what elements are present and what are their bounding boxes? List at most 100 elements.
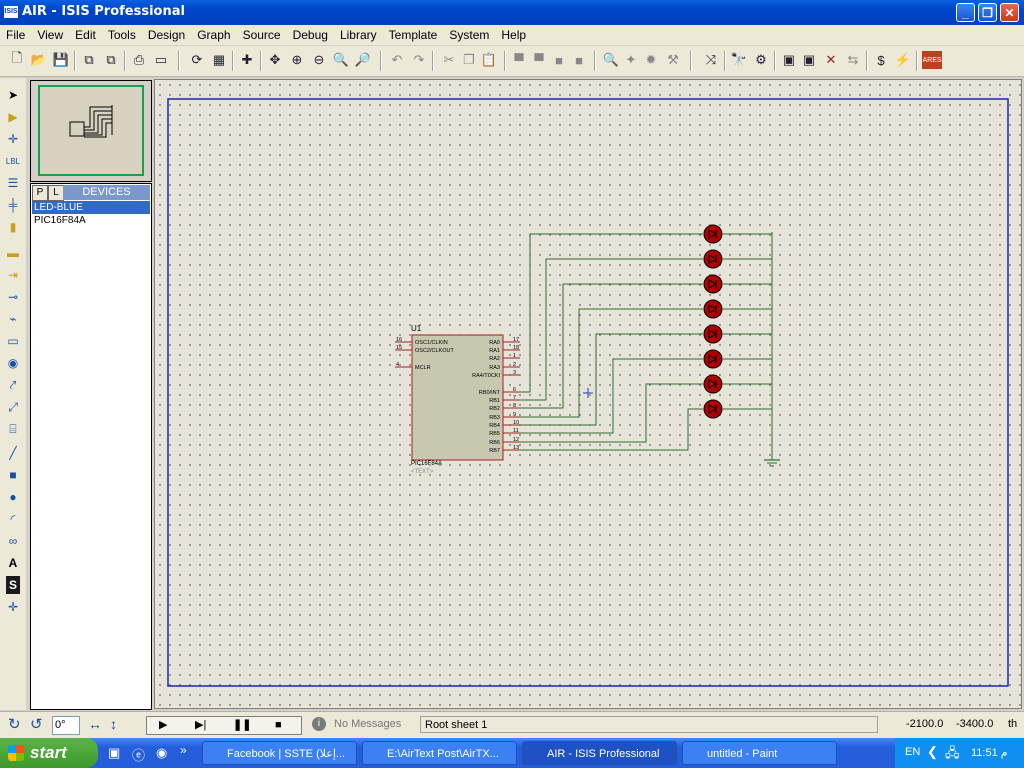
quicklaunch-desktop-icon[interactable]: ▣ bbox=[108, 745, 120, 761]
paste-icon[interactable]: 📋 bbox=[480, 51, 498, 69]
property-assign-icon[interactable]: ⚙ bbox=[752, 51, 770, 69]
copy-icon[interactable]: ❐ bbox=[460, 51, 478, 69]
start-button[interactable]: start bbox=[0, 738, 98, 768]
print-area-icon[interactable]: ▭ bbox=[152, 51, 170, 69]
step-icon[interactable]: ▶| bbox=[195, 717, 206, 734]
task-paint[interactable]: untitled - Paint bbox=[682, 741, 837, 765]
menu-source[interactable]: Source bbox=[237, 25, 287, 45]
menu-graph[interactable]: Graph bbox=[191, 25, 236, 45]
undo-icon[interactable]: ↶ bbox=[388, 51, 406, 69]
arc-icon[interactable]: ◜ bbox=[3, 510, 23, 528]
instruments-icon[interactable]: ⌸ bbox=[3, 420, 23, 438]
tray-expand-icon[interactable]: ❮ bbox=[927, 744, 938, 760]
terminals-icon[interactable]: ▬ bbox=[3, 244, 23, 262]
library-manager-button[interactable]: L bbox=[48, 185, 64, 201]
task-isis[interactable]: AIR - ISIS Professional bbox=[522, 741, 677, 765]
device-item-led-blue[interactable]: LED-BLUE bbox=[32, 201, 150, 214]
symbol-icon[interactable]: S bbox=[6, 576, 20, 594]
save-icon[interactable]: 💾 bbox=[52, 51, 70, 69]
zoom-in-icon[interactable]: ⊕ bbox=[288, 51, 306, 69]
electrical-check-icon[interactable]: ⚡ bbox=[894, 51, 912, 69]
import-icon[interactable]: ⧉ bbox=[80, 51, 98, 69]
subcircuit-icon[interactable]: ▮ bbox=[3, 218, 23, 236]
overview-sheet[interactable] bbox=[38, 85, 144, 176]
task-explorer[interactable]: E:\AirText Post\AirTX... bbox=[362, 741, 517, 765]
quicklaunch-more-icon[interactable]: » bbox=[180, 743, 187, 757]
new-sheet-icon[interactable]: ▣ bbox=[780, 51, 798, 69]
block-move-icon[interactable]: ▀ bbox=[530, 51, 548, 69]
network-icon[interactable]: 🖧 bbox=[945, 744, 960, 766]
tape-recorder-icon[interactable]: ⌁ bbox=[3, 310, 23, 328]
menu-edit[interactable]: Edit bbox=[69, 25, 102, 45]
menu-template[interactable]: Template bbox=[383, 25, 444, 45]
search-tag-icon[interactable]: 🔭 bbox=[730, 51, 748, 69]
make-device-icon[interactable]: ✦ bbox=[622, 51, 640, 69]
current-probe-icon[interactable]: ⤤ bbox=[3, 376, 23, 394]
text-icon[interactable]: A bbox=[3, 554, 23, 572]
menu-library[interactable]: Library bbox=[334, 25, 383, 45]
junction-dot-icon[interactable]: ✛ bbox=[3, 130, 23, 148]
circle-icon[interactable]: ● bbox=[3, 488, 23, 506]
graph-icon[interactable]: ⊸ bbox=[3, 288, 23, 306]
maximize-button[interactable]: ❐ bbox=[978, 3, 997, 22]
selection-mode-icon[interactable]: ➤ bbox=[3, 86, 23, 104]
quicklaunch-media-icon[interactable]: ◉ bbox=[156, 745, 167, 761]
virtual-instruments-icon[interactable]: ⤢ bbox=[3, 398, 23, 416]
pan-icon[interactable]: ✥ bbox=[266, 51, 284, 69]
schematic-canvas[interactable]: U1 PIC16F84A <TEXT> 16 OSC1/CLKIN 15 OSC2/C… bbox=[154, 79, 1022, 709]
menu-help[interactable]: Help bbox=[495, 25, 532, 45]
buses-icon[interactable]: ╪ bbox=[3, 196, 23, 214]
path-icon[interactable]: ∞ bbox=[3, 532, 23, 550]
bill-of-materials-icon[interactable]: $ bbox=[872, 51, 890, 69]
pause-icon[interactable]: ❚❚ bbox=[233, 717, 251, 734]
component-mode-icon[interactable]: ▶ bbox=[3, 108, 23, 126]
voltage-probe-icon[interactable]: ◉ bbox=[3, 354, 23, 372]
origin-icon[interactable]: ✚ bbox=[238, 51, 256, 69]
quicklaunch-ie-icon[interactable]: ⓔ bbox=[132, 745, 145, 764]
zoom-area-icon[interactable]: 🔎 bbox=[354, 51, 372, 69]
grid-icon[interactable]: ▦ bbox=[210, 51, 228, 69]
open-folder-icon[interactable]: 📂 bbox=[30, 51, 48, 69]
menu-design[interactable]: Design bbox=[142, 25, 191, 45]
language-indicator[interactable]: EN bbox=[905, 746, 920, 758]
wire-autorouter-icon[interactable]: ⤨ bbox=[702, 51, 720, 69]
messages-text[interactable]: No Messages bbox=[334, 716, 401, 733]
device-item-pic16f84a[interactable]: PIC16F84A bbox=[32, 214, 150, 227]
text-script-icon[interactable]: ☰ bbox=[3, 174, 23, 192]
stop-icon[interactable]: ■ bbox=[275, 717, 282, 734]
generator-icon[interactable]: ▭ bbox=[3, 332, 23, 350]
rotation-angle-field[interactable]: 0° bbox=[52, 716, 80, 735]
new-file-icon[interactable]: 🗋 bbox=[8, 50, 26, 69]
remove-sheet-icon[interactable]: ✕ bbox=[822, 51, 840, 69]
box-icon[interactable]: ■ bbox=[3, 466, 23, 484]
play-icon[interactable]: ▶ bbox=[159, 717, 167, 734]
mirror-y-icon[interactable]: ↕ bbox=[110, 716, 117, 733]
cut-icon[interactable]: ✂ bbox=[440, 51, 458, 69]
goto-sheet-icon[interactable]: ⇆ bbox=[844, 51, 862, 69]
zoom-out-icon[interactable]: ⊖ bbox=[310, 51, 328, 69]
device-pins-icon[interactable]: ⇥ bbox=[3, 266, 23, 284]
add-sheet-icon[interactable]: ▣ bbox=[800, 51, 818, 69]
wire-label-icon[interactable]: LBL bbox=[3, 152, 23, 170]
mirror-x-icon[interactable]: ↔ bbox=[88, 716, 102, 733]
rotate-ccw-icon[interactable]: ↺ bbox=[30, 716, 43, 733]
refresh-icon[interactable]: ⟳ bbox=[188, 51, 206, 69]
menu-system[interactable]: System bbox=[443, 25, 495, 45]
zoom-all-icon[interactable]: 🔍 bbox=[332, 51, 350, 69]
block-rotate-icon[interactable]: ■ bbox=[550, 51, 568, 69]
packaging-icon[interactable]: ✹ bbox=[642, 51, 660, 69]
block-copy-icon[interactable]: ▀ bbox=[510, 51, 528, 69]
pick-device-button[interactable]: P bbox=[32, 185, 48, 201]
print-icon[interactable]: ⎙ bbox=[130, 51, 148, 69]
ares-icon[interactable]: ARES bbox=[922, 51, 942, 69]
task-facebook[interactable]: Facebook | SSTE (إعلا... bbox=[202, 741, 357, 765]
redo-icon[interactable]: ↷ bbox=[410, 51, 428, 69]
close-button[interactable]: ✕ bbox=[1000, 3, 1019, 22]
decompose-icon[interactable]: ⚒ bbox=[664, 51, 682, 69]
export-icon[interactable]: ⧉ bbox=[102, 51, 120, 69]
line-icon[interactable]: ╱ bbox=[3, 444, 23, 462]
menu-debug[interactable]: Debug bbox=[287, 25, 334, 45]
marker-icon[interactable]: ✛ bbox=[3, 598, 23, 616]
menu-view[interactable]: View bbox=[31, 25, 69, 45]
menu-file[interactable]: File bbox=[0, 25, 31, 45]
